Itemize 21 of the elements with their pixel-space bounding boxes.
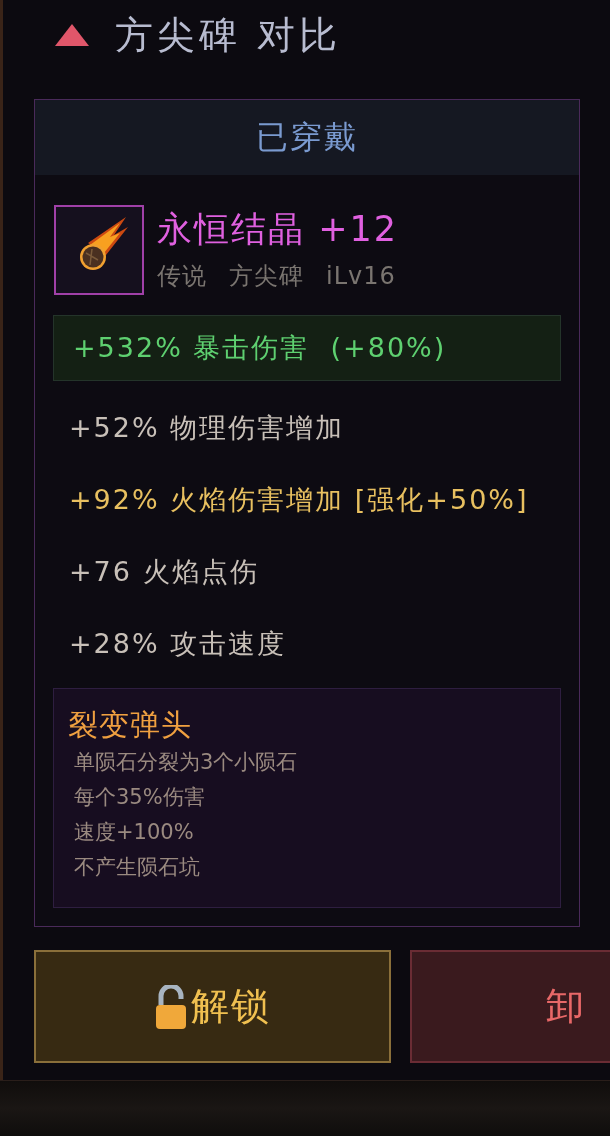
enhanced-stat: +92% 火焰伤害增加 [强化+50%] xyxy=(68,483,530,517)
special-line: 单陨石分裂为3个小陨石 xyxy=(73,749,298,776)
item-rarity: 传说 xyxy=(157,261,207,292)
special-line: 不产生陨石坑 xyxy=(73,854,200,881)
unlock-button[interactable]: 解锁 xyxy=(34,950,392,1063)
item-type: 方尖碑 xyxy=(229,261,304,292)
unequip-button[interactable]: 卸 xyxy=(410,950,610,1063)
special-line: 速度+100% xyxy=(73,819,194,846)
meteor-icon xyxy=(54,205,144,295)
item-level: iLv16 xyxy=(326,261,396,292)
highlighted-stat: +532% 暴击伤害 (+80%) xyxy=(53,315,561,381)
stat-line: +52% 物理伤害增加 xyxy=(68,411,346,445)
panel-title: 方尖碑 对比 xyxy=(115,16,342,54)
padlock-icon xyxy=(154,984,187,1029)
equipped-header: 已穿戴 xyxy=(35,100,579,175)
stat-line: +28% 攻击速度 xyxy=(68,627,288,661)
stat-line: +76 火焰点伤 xyxy=(68,555,260,589)
triangle-up-icon[interactable] xyxy=(55,24,89,46)
item-name: 永恒结晶 +12 xyxy=(157,208,398,251)
special-line: 每个35%伤害 xyxy=(73,784,205,811)
special-title: 裂变弹头 xyxy=(68,706,192,744)
